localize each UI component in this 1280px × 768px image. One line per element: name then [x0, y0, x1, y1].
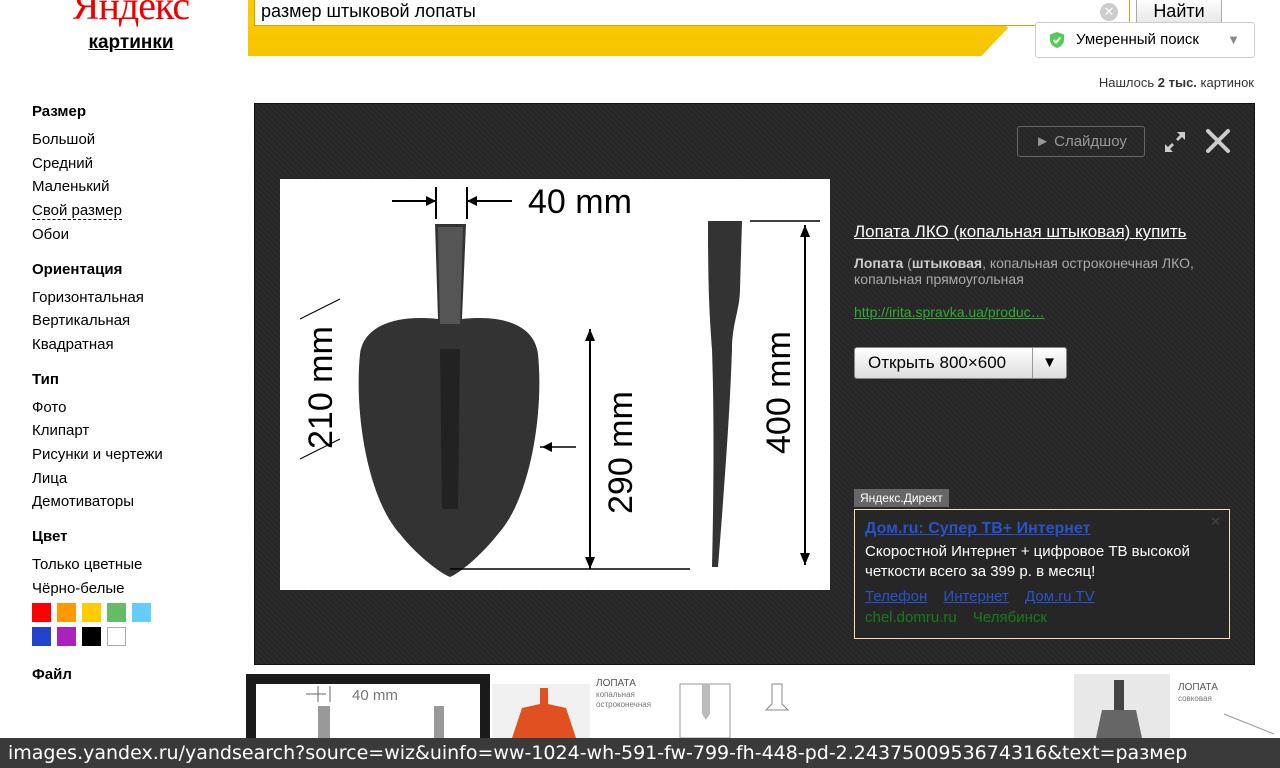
ad-domain-url[interactable]: chel.domru.ru — [865, 609, 957, 626]
chevron-down-icon: ▼ — [1227, 32, 1240, 47]
yandex-direct-tag: Яндекс.Директ — [854, 489, 949, 507]
label-width: 40 mm — [528, 183, 632, 221]
filter-size-medium[interactable]: Средний — [32, 152, 232, 176]
color-swatch[interactable] — [107, 602, 126, 622]
safe-search-dropdown[interactable]: Умеренный поиск ▼ — [1035, 22, 1255, 58]
image-description: Лопата (штыковая, копальная остроконечна… — [854, 255, 1230, 287]
main-image[interactable]: 40 mm 290 mm 210 mm 400 mm — [280, 179, 830, 590]
filter-size-title: Размер — [32, 103, 87, 120]
clear-icon[interactable]: ✕ — [1100, 3, 1118, 21]
filter-file-title: Файл — [32, 665, 72, 683]
color-swatch[interactable] — [82, 602, 101, 622]
ad-links: Телефон Интернет Дом.ru TV — [865, 588, 1219, 605]
slideshow-label: Слайдшоу — [1054, 133, 1127, 150]
thumb1-label: 40 mm — [352, 687, 398, 704]
logo-service-link[interactable]: картинки — [66, 32, 196, 54]
results-number: 2 тыс. — [1157, 75, 1197, 90]
thumb2-title: ЛОПАТА — [596, 678, 636, 689]
filter-orientation-square[interactable]: Квадратная — [32, 333, 232, 357]
results-suffix: картинок — [1196, 75, 1254, 90]
thumbnail-1[interactable]: 40 mm — [246, 674, 490, 738]
image-source-url[interactable]: http://irita.spravka.ua/produc… — [854, 304, 1230, 320]
filter-orientation-vertical[interactable]: Вертикальная — [32, 309, 232, 333]
desc-bold-2: штыковая — [911, 255, 983, 271]
search-bar: размер штыковой лопаты ✕ Найти — [248, 0, 1222, 56]
filter-color-bw[interactable]: Чёрно-белые — [32, 577, 232, 601]
filter-color-title: Цвет — [32, 528, 68, 546]
filter-size-custom-label: Свой размер — [32, 202, 122, 221]
ad-text: Скоростной Интернет + цифровое ТВ высоко… — [865, 543, 1190, 580]
desc-paren: ( — [903, 255, 912, 271]
thumbnail-strip: 40 mm ЛОПАТА копальная остроконечная ЛОП… — [246, 674, 1280, 738]
label-blade: 210 mm — [302, 326, 340, 449]
open-image-button[interactable]: Открыть 800×600 ▼ — [854, 347, 1067, 379]
results-prefix: Нашлось — [1098, 75, 1158, 90]
image-title-link[interactable]: Лопата ЛКО (копальная штыковая) купить — [854, 222, 1230, 242]
thumb3-title: ЛОПАТА — [1178, 682, 1218, 693]
thumbnail-1-image: 40 mm — [256, 684, 480, 738]
filter-orientation: Ориентация Горизонтальная Вертикальная К… — [32, 261, 232, 357]
filter-size-large[interactable]: Большой — [32, 128, 232, 152]
logo-brand: Яндекс — [72, 0, 190, 28]
filter-type-drawings[interactable]: Рисунки и чертежи — [32, 443, 232, 467]
filter-size-custom[interactable]: Свой размер — [32, 199, 232, 223]
ad-block: ✕ Дом.ru: Супер ТВ+ Интернет Скоростной … — [854, 509, 1230, 639]
filter-color-only[interactable]: Только цветные — [32, 553, 232, 577]
ad-link-phone[interactable]: Телефон — [865, 588, 927, 605]
filter-orientation-title: Ориентация — [32, 260, 123, 278]
image-info: Лопата ЛКО (копальная штыковая) купить Л… — [854, 222, 1230, 379]
filter-orientation-horizontal[interactable]: Горизонтальная — [32, 286, 232, 310]
yandex-logo[interactable]: Яндекс картинки — [66, 0, 196, 54]
color-swatch[interactable] — [32, 602, 51, 622]
expand-icon[interactable] — [1163, 130, 1187, 154]
color-swatch[interactable] — [32, 626, 51, 646]
slideshow-button[interactable]: ► Слайдшоу — [1017, 126, 1145, 157]
filter-file: Файл — [32, 666, 232, 683]
filter-type-clipart[interactable]: Клипарт — [32, 419, 232, 443]
filter-size: Размер Большой Средний Маленький Свой ра… — [32, 103, 232, 247]
desc-bold-1: Лопата — [854, 255, 904, 271]
thumb2-sub1: копальная — [596, 690, 635, 699]
color-swatch[interactable] — [82, 626, 101, 646]
filter-type-photo[interactable]: Фото — [32, 396, 232, 420]
ad-link-tv[interactable]: Дом.ru TV — [1025, 588, 1095, 605]
filter-color: Цвет Только цветные Чёрно-белые — [32, 528, 232, 646]
filter-size-wallpaper[interactable]: Обои — [32, 223, 232, 247]
color-swatches — [32, 602, 232, 646]
label-length: 290 mm — [602, 391, 640, 514]
image-viewer: ► Слайдшоу 40 mm 290 mm 210 mm 400 mm Ло… — [254, 103, 1255, 665]
open-image-label: Открыть 800×600 — [868, 353, 1007, 372]
color-swatch[interactable] — [107, 626, 126, 646]
thumb2-sub2: остроконечная — [596, 700, 651, 709]
ad-link-internet[interactable]: Интернет — [943, 588, 1008, 605]
label-total: 400 mm — [760, 331, 798, 454]
thumb3-sub: совковая — [1178, 694, 1212, 703]
color-swatch[interactable] — [57, 602, 76, 622]
chevron-down-icon[interactable]: ▼ — [1032, 348, 1066, 378]
shield-icon — [1050, 32, 1064, 48]
status-bar-url: images.yandex.ru/yandsearch?source=wiz&u… — [0, 738, 1280, 768]
color-swatch[interactable] — [57, 626, 76, 646]
color-swatch[interactable] — [132, 602, 151, 622]
filter-type-title: Тип — [32, 370, 59, 388]
results-count: Нашлось 2 тыс. картинок — [1099, 75, 1254, 90]
ad-domain: chel.domru.ru Челябинск — [865, 609, 1219, 626]
close-icon[interactable] — [1205, 128, 1231, 154]
filter-type-demotivators[interactable]: Демотиваторы — [32, 490, 232, 514]
filter-type: Тип Фото Клипарт Рисунки и чертежи Лица … — [32, 371, 232, 515]
filter-size-small[interactable]: Маленький — [32, 175, 232, 199]
ad-close-icon[interactable]: ✕ — [1210, 514, 1221, 530]
search-input[interactable]: размер штыковой лопаты — [254, 0, 1130, 26]
ad-title-link[interactable]: Дом.ru: Супер ТВ+ Интернет — [865, 520, 1219, 538]
safe-search-label: Умеренный поиск — [1076, 31, 1199, 48]
filters-sidebar: Размер Большой Средний Маленький Свой ра… — [32, 103, 232, 697]
thumbnail-2[interactable]: ЛОПАТА копальная остроконечная — [492, 674, 836, 738]
ad-domain-city: Челябинск — [972, 609, 1047, 626]
thumbnail-3[interactable]: ЛОПАТА совковая — [1074, 674, 1280, 738]
filter-type-faces[interactable]: Лица — [32, 467, 232, 491]
